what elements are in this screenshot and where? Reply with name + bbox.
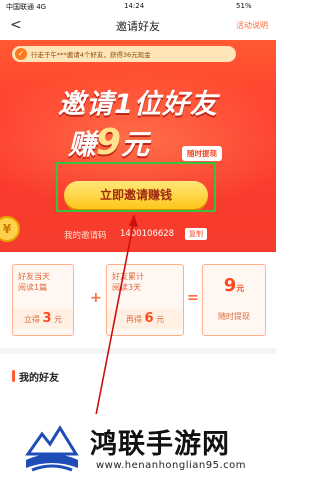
watermark-url: www.henanhonglian95.com: [96, 460, 247, 471]
watermark-logo-icon: [25, 425, 79, 472]
annotation-arrow-line: [95, 219, 135, 416]
watermark-title: 鸿联手游网: [90, 429, 230, 460]
annotation-arrow: [95, 214, 138, 416]
annotation-arrow-head: [129, 214, 138, 227]
watermark-banner: 鸿联手游网 www.henanhonglian95.com: [0, 414, 276, 482]
